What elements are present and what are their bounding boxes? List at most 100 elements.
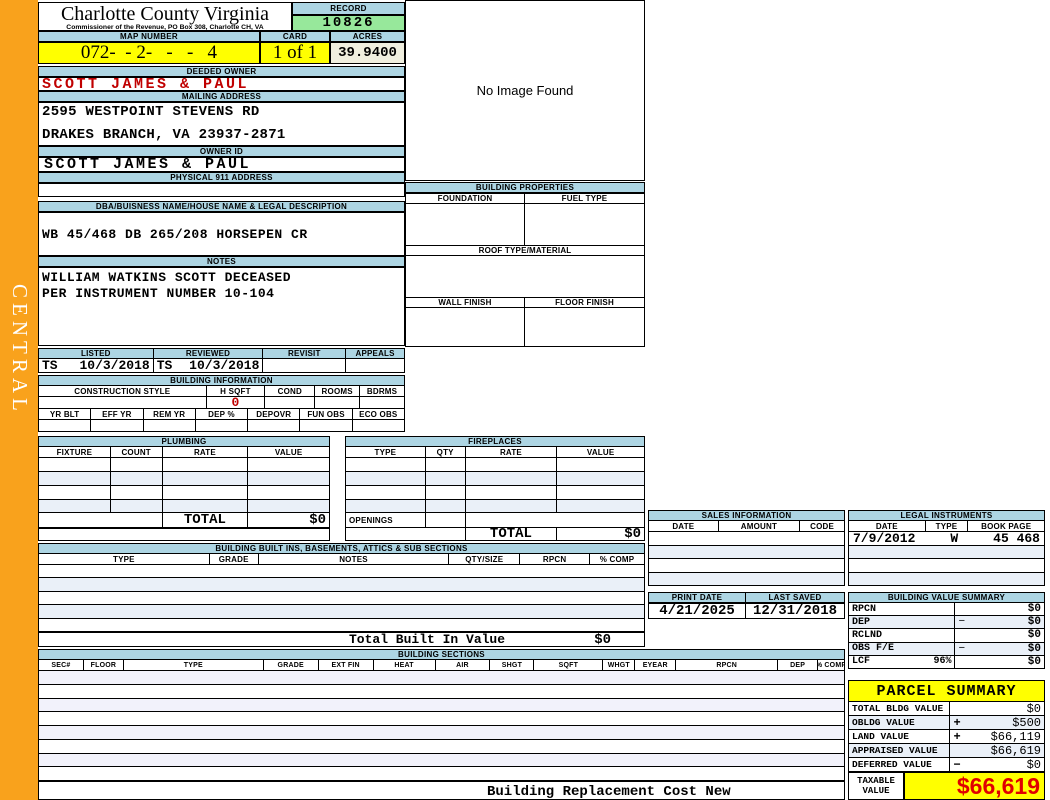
- taxable-value-label: TAXABLE VALUE: [848, 772, 904, 800]
- floor-finish-value: [524, 307, 645, 347]
- column-header: DEP: [778, 660, 819, 671]
- column-header: VALUE: [248, 447, 330, 458]
- summary-row: RCLND $0: [848, 629, 1045, 643]
- column-header: EFF YR: [91, 409, 144, 420]
- summary-row: LAND VALUE + $66,119: [848, 730, 1045, 744]
- table-row: [39, 591, 644, 606]
- building-info-values2: [38, 420, 405, 432]
- column-header: DEPOVR: [248, 409, 301, 420]
- acres-value: 39.9400: [330, 42, 405, 64]
- legal-row-1: 7/9/2012 W 45 468: [848, 531, 1045, 546]
- column-header: GRADE: [263, 660, 319, 671]
- bvs-value: $0: [1027, 603, 1041, 616]
- construction-style-value: [39, 397, 207, 409]
- notes-line2: PER INSTRUMENT NUMBER 10-104: [42, 286, 275, 301]
- column-header: RATE: [465, 447, 558, 458]
- column-header: RPCN: [520, 554, 591, 565]
- parcel-value: $500: [1012, 716, 1041, 730]
- bvs-value: $0: [1027, 629, 1041, 642]
- parcel-value: $0: [1026, 758, 1041, 772]
- column-header: AIR: [435, 660, 491, 671]
- legal-type: W: [950, 531, 959, 546]
- parcel-label: DEFERRED VALUE: [849, 758, 951, 772]
- summary-row: DEFERRED VALUE − $0: [848, 758, 1045, 772]
- built-ins-total-value: $0: [594, 632, 611, 648]
- legal-rows-empty: [848, 546, 1045, 586]
- column-header: AMOUNT: [718, 521, 801, 532]
- building-info-values1: 0: [38, 397, 405, 409]
- sales-columns: DATE AMOUNT CODE: [648, 521, 845, 532]
- reviewed-date: 10/3/2018: [189, 359, 260, 373]
- parcel-label: TOTAL BLDG VALUE: [849, 702, 951, 716]
- visit-header-row: LISTED REVIEWED REVISIT APPEALS: [38, 348, 406, 359]
- fireplaces-header: FIREPLACES: [345, 436, 645, 447]
- table-row: [38, 458, 330, 472]
- column-header: FIXTURE: [39, 447, 111, 458]
- column-header: H SQFT: [206, 386, 266, 397]
- parcel-label: OBLDG VALUE: [849, 716, 951, 730]
- wall-finish-value: [405, 307, 525, 347]
- summary-row: APPRAISED VALUE $66,619: [848, 744, 1045, 758]
- parcel-value: $66,119: [990, 730, 1041, 744]
- appeals-value: [346, 359, 405, 373]
- building-sections-header: BUILDING SECTIONS: [38, 649, 845, 660]
- no-image-text: No Image Found: [476, 83, 574, 98]
- reviewed-header: REVIEWED: [153, 349, 264, 359]
- built-ins-rows: [38, 565, 645, 632]
- table-row: [649, 545, 844, 559]
- table-row: [649, 559, 844, 573]
- table-row: [345, 500, 645, 513]
- bvs-label: RCLND: [852, 629, 883, 641]
- bdrms-value: [360, 397, 405, 409]
- column-header: TYPE: [39, 554, 210, 565]
- map-number-header: MAP NUMBER: [38, 31, 260, 42]
- bvs-op: −: [958, 642, 966, 655]
- bvs-label: DEP: [852, 616, 871, 628]
- building-value-summary-header: BUILDING VALUE SUMMARY: [848, 592, 1045, 603]
- property-image-panel: No Image Found: [405, 0, 645, 181]
- column-header: RATE: [162, 447, 249, 458]
- plumbing-total-label: TOTAL: [162, 513, 249, 528]
- table-row: [38, 472, 330, 486]
- table-row: [849, 559, 1044, 573]
- parcel-label: APPRAISED VALUE: [849, 744, 951, 758]
- record-value: 10826: [292, 15, 405, 31]
- column-header: % COMP: [818, 660, 846, 671]
- parcel-op: −: [953, 758, 961, 772]
- table-row: [39, 712, 844, 726]
- fireplaces-rows: [345, 458, 645, 513]
- fireplaces-openings-row: OPENINGS: [345, 513, 645, 528]
- table-row: [649, 572, 844, 586]
- summary-row: OBLDG VALUE + $500: [848, 716, 1045, 730]
- plumbing-columns: FIXTURE COUNT RATE VALUE: [38, 447, 330, 458]
- bvs-pct: 96%: [933, 656, 952, 668]
- column-header: VALUE: [557, 447, 645, 458]
- built-ins-total-row: Total Built In Value $0: [38, 632, 645, 647]
- bvs-label: RPCN: [852, 603, 877, 615]
- table-row: [38, 486, 330, 500]
- listed-value: TS 10/3/2018: [39, 359, 154, 373]
- building-value-summary-rows: RPCN $0 DEP − $0 RCLND $0 OBS F/E − $0 L…: [848, 603, 1045, 669]
- visit-value-row: TS 10/3/2018 TS 10/3/2018: [38, 359, 405, 373]
- table-row: [39, 767, 844, 781]
- column-header: TYPE: [346, 447, 426, 458]
- column-header: TYPE: [925, 521, 969, 532]
- table-row: [39, 565, 644, 579]
- parcel-summary-header: PARCEL SUMMARY: [848, 680, 1045, 702]
- physical-address-value: [38, 183, 405, 197]
- revisit-value: [263, 359, 347, 373]
- summary-row: LCF 96% $0: [848, 655, 1045, 669]
- mailing-address-box: 2595 WESTPOINT STEVENS RD DRAKES BRANCH,…: [38, 102, 405, 146]
- district-sidebar: CENTRAL: [0, 0, 38, 800]
- table-row: [39, 671, 844, 685]
- building-info-headers1: CONSTRUCTION STYLE H SQFT COND ROOMS BDR…: [38, 386, 405, 397]
- column-header: SQFT: [534, 660, 604, 671]
- mailing-line2: DRAKES BRANCH, VA 23937-2871: [42, 127, 286, 143]
- building-information-header: BUILDING INFORMATION: [38, 375, 405, 386]
- parcel-value: $66,619: [990, 744, 1041, 758]
- table-row: [39, 618, 644, 632]
- built-ins-total-label: Total Built In Value: [349, 632, 506, 647]
- table-row: 7/9/2012 W 45 468: [849, 531, 1044, 546]
- table-row: [649, 532, 844, 546]
- dba-value: WB 45/468 DB 265/208 HORSEPEN CR: [38, 212, 405, 256]
